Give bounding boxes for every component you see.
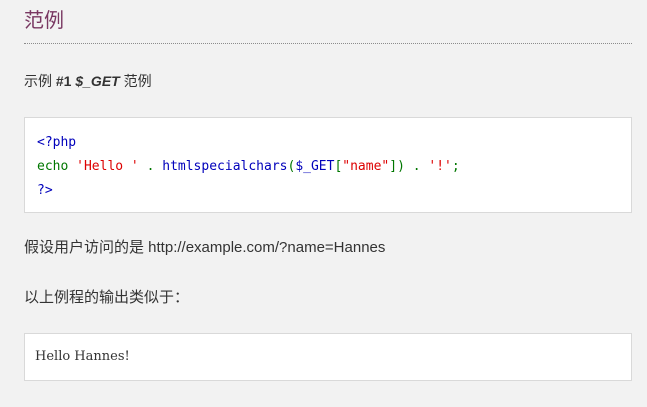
code-key: "name" [342, 159, 390, 174]
example-suffix: 范例 [119, 73, 152, 89]
example-number: #1 [55, 73, 72, 89]
code-variable: $_GET [295, 159, 335, 174]
code-close: ]) [389, 159, 405, 174]
code-concat-1: . [138, 159, 163, 174]
code-function: htmlspecialchars [162, 159, 288, 174]
assumption-text: 假设用户访问的是 http://example.com/?name=Hannes [24, 239, 386, 256]
output-text: Hello Hannes! [35, 349, 130, 364]
example-name: $_GET [75, 73, 120, 89]
code-echo: echo [37, 159, 77, 174]
code-block: <?php echo 'Hello ' . htmlspecialchars($… [24, 117, 632, 213]
php-code: <?php echo 'Hello ' . htmlspecialchars($… [37, 131, 460, 203]
code-open-tag: <?php [37, 135, 77, 150]
code-close-tag: ?> [37, 183, 53, 198]
output-intro-text: 以上例程的输出类似于： [24, 289, 190, 306]
code-string-hello: 'Hello ' [76, 159, 139, 174]
code-string-bang: '!' [428, 159, 452, 174]
section-divider [24, 43, 632, 44]
output-block: Hello Hannes! [24, 333, 632, 381]
code-concat-2: . [404, 159, 429, 174]
section-title: 范例 [24, 10, 64, 32]
code-semicolon: ; [451, 159, 460, 174]
example-heading: 示例 #1 $_GET 范例 [24, 71, 152, 91]
example-prefix: 示例 [24, 73, 56, 89]
